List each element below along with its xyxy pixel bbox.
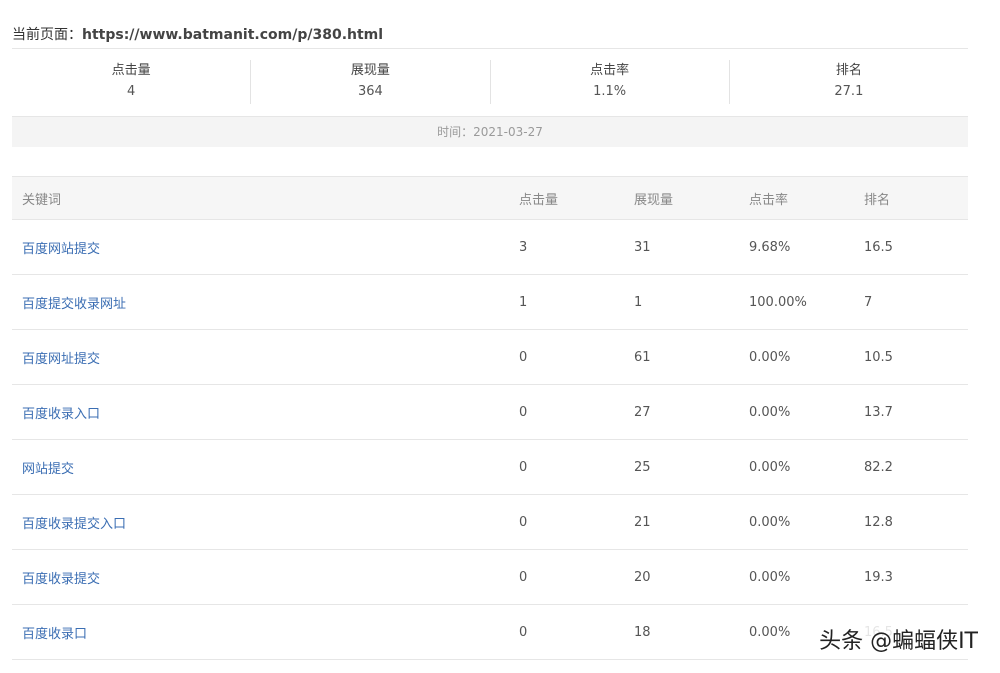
summary-value: 364 <box>357 84 383 99</box>
impressions-cell: 61 <box>624 329 739 385</box>
summary-label: 点击量 <box>111 63 151 78</box>
divider <box>12 48 968 49</box>
summary-ctr: 点击率 1.1% <box>489 60 729 104</box>
rank-cell: 19.3 <box>854 549 968 605</box>
ctr-cell: 0.00% <box>739 384 854 440</box>
keyword-cell: 百度收录提交入口 <box>12 494 509 550</box>
impressions-cell: 31 <box>624 219 739 275</box>
summary-value: 27.1 <box>834 84 864 99</box>
clicks-cell: 0 <box>509 494 624 550</box>
keyword-link[interactable]: 百度收录入口 <box>22 407 100 422</box>
summary-impressions: 展现量 364 <box>250 60 489 104</box>
column-header-impressions[interactable]: 展现量 <box>624 176 739 220</box>
ctr-cell: 0.00% <box>739 494 854 550</box>
table-header-row: 关键词 点击量 展现量 点击率 排名 <box>12 176 968 220</box>
watermark: 头条 @蝙蝠侠IT <box>817 623 980 655</box>
date-bar: 时间：2021-03-27 <box>12 116 968 147</box>
column-header-keyword[interactable]: 关键词 <box>12 176 509 220</box>
summary-label: 排名 <box>835 63 862 78</box>
rank-cell: 12.8 <box>854 494 968 550</box>
keyword-cell: 百度收录提交 <box>12 549 509 605</box>
keyword-cell: 百度网站提交 <box>12 219 509 275</box>
keyword-link[interactable]: 百度收录口 <box>22 627 87 642</box>
table-row: 百度提交收录网址 1 1 100.00% 7 <box>12 274 968 330</box>
keyword-cell: 百度网址提交 <box>12 329 509 385</box>
clicks-cell: 0 <box>509 439 624 495</box>
ctr-cell: 0.00% <box>739 549 854 605</box>
table-row: 百度收录入口 0 27 0.00% 13.7 <box>12 384 968 440</box>
clicks-cell: 0 <box>509 604 624 660</box>
keyword-link[interactable]: 百度收录提交 <box>22 572 100 587</box>
ctr-cell: 0.00% <box>739 329 854 385</box>
column-header-ctr[interactable]: 点击率 <box>739 176 854 220</box>
keyword-cell: 百度提交收录网址 <box>12 274 509 330</box>
table-row: 百度网址提交 0 61 0.00% 10.5 <box>12 329 968 385</box>
summary-clicks: 点击量 4 <box>12 60 250 104</box>
clicks-cell: 0 <box>509 329 624 385</box>
rank-cell: 7 <box>854 274 968 330</box>
rank-cell: 10.5 <box>854 329 968 385</box>
rank-cell: 16.5 <box>854 219 968 275</box>
keyword-cell: 网站提交 <box>12 439 509 495</box>
clicks-cell: 0 <box>509 384 624 440</box>
impressions-cell: 18 <box>624 604 739 660</box>
clicks-cell: 3 <box>509 219 624 275</box>
table-row: 百度收录提交入口 0 21 0.00% 12.8 <box>12 494 968 550</box>
ctr-cell: 100.00% <box>739 274 854 330</box>
impressions-cell: 1 <box>624 274 739 330</box>
impressions-cell: 27 <box>624 384 739 440</box>
clicks-cell: 1 <box>509 274 624 330</box>
keyword-link[interactable]: 网站提交 <box>22 462 74 477</box>
keyword-link[interactable]: 百度收录提交入口 <box>22 517 126 532</box>
keyword-link[interactable]: 百度网址提交 <box>22 352 100 367</box>
current-page-label: 当前页面： <box>12 27 82 43</box>
table-row: 网站提交 0 25 0.00% 82.2 <box>12 439 968 495</box>
clicks-cell: 0 <box>509 549 624 605</box>
summary-stats: 点击量 4 展现量 364 点击率 1.1% 排名 27.1 <box>12 60 968 104</box>
current-page-link[interactable]: https://www.batmanit.com/p/380.html <box>82 27 383 43</box>
table-row: 百度收录提交 0 20 0.00% 19.3 <box>12 549 968 605</box>
ctr-cell: 0.00% <box>739 439 854 495</box>
current-page-url: 当前页面：https://www.batmanit.com/p/380.html <box>12 24 383 44</box>
summary-rank: 排名 27.1 <box>728 60 968 104</box>
impressions-cell: 20 <box>624 549 739 605</box>
keyword-table: 关键词 点击量 展现量 点击率 排名 百度网站提交 3 31 9.68% 16.… <box>12 176 968 660</box>
rank-cell: 82.2 <box>854 439 968 495</box>
keyword-link[interactable]: 百度网站提交 <box>22 242 100 257</box>
keyword-cell: 百度收录入口 <box>12 384 509 440</box>
keyword-cell: 百度收录口 <box>12 604 509 660</box>
column-header-clicks[interactable]: 点击量 <box>509 176 624 220</box>
rank-cell: 13.7 <box>854 384 968 440</box>
summary-value: 1.1% <box>593 84 627 99</box>
keyword-link[interactable]: 百度提交收录网址 <box>22 297 126 312</box>
summary-label: 点击率 <box>590 63 630 78</box>
summary-label: 展现量 <box>350 63 390 78</box>
ctr-cell: 9.68% <box>739 219 854 275</box>
column-header-rank[interactable]: 排名 <box>854 176 968 220</box>
table-row: 百度网站提交 3 31 9.68% 16.5 <box>12 219 968 275</box>
summary-value: 4 <box>126 84 136 99</box>
impressions-cell: 21 <box>624 494 739 550</box>
impressions-cell: 25 <box>624 439 739 495</box>
